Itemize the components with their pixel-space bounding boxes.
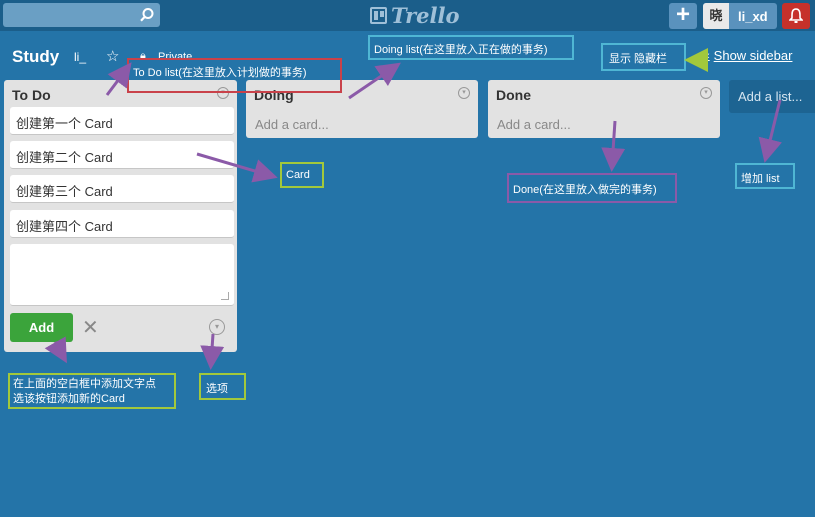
list-menu-icon[interactable]: ▾	[458, 87, 470, 99]
close-icon[interactable]: ✕	[82, 315, 99, 340]
trello-logo[interactable]: Trello	[370, 2, 460, 28]
add-card-link[interactable]: Add a card...	[497, 117, 571, 132]
annotation-add-hint: 在上面的空白框中添加文字点 选该按钮添加新的Card	[8, 373, 176, 409]
show-sidebar-link[interactable]: ‹ Show sidebar	[706, 48, 792, 63]
show-sidebar-label: Show sidebar	[713, 48, 793, 63]
annotation-sidebar: 显示 隐藏栏	[601, 43, 686, 71]
search-input[interactable]	[3, 3, 160, 27]
annotation-done: Done(在这里放入做完的事务)	[507, 173, 677, 203]
card-options-icon[interactable]: ▾	[209, 319, 225, 335]
user-name: li_xd	[738, 8, 768, 24]
annotation-card: Card	[280, 162, 324, 188]
card[interactable]: 创建第三个 Card	[10, 175, 234, 203]
annotation-add-list: 增加 list	[735, 163, 795, 189]
list-title[interactable]: Done	[496, 87, 531, 103]
member-menu-button[interactable]: 晓 li_xd	[703, 3, 777, 29]
board-org[interactable]: li_	[74, 50, 86, 64]
chevron-left-icon: ‹	[706, 49, 710, 62]
annotation-add-hint-line2: 选该按钮添加新的Card	[13, 393, 125, 405]
annotation-doing: Doing list(在这里放入正在做的事务)	[368, 35, 574, 60]
add-card-link[interactable]: Add a card...	[255, 117, 329, 132]
bell-icon	[788, 8, 804, 23]
notifications-button[interactable]	[782, 3, 810, 29]
top-bar: Trello + 晓 li_xd	[0, 0, 815, 31]
card[interactable]: 创建第二个 Card	[10, 141, 234, 169]
avatar: 晓	[703, 3, 729, 29]
logo-text: Trello	[391, 2, 460, 28]
list-done: Done ▾ Add a card...	[488, 80, 720, 138]
search-icon	[140, 8, 154, 22]
annotation-add-hint-line1: 在上面的空白框中添加文字点	[13, 378, 156, 390]
card-composer-textarea[interactable]	[10, 244, 234, 306]
add-list-button[interactable]: Add a list...	[729, 80, 815, 113]
card[interactable]: 创建第一个 Card	[10, 107, 234, 135]
resize-handle[interactable]	[221, 292, 229, 300]
star-icon[interactable]: ☆	[106, 47, 119, 65]
add-button[interactable]: +	[669, 3, 697, 29]
list-title[interactable]: To Do	[12, 87, 51, 103]
annotation-todo: To Do list(在这里放入计划做的事务)	[127, 58, 342, 93]
board-title[interactable]: Study	[12, 47, 59, 67]
list-menu-icon[interactable]: ▾	[700, 87, 712, 99]
card[interactable]: 创建第四个 Card	[10, 210, 234, 238]
annotation-options: 选项	[199, 373, 246, 400]
add-card-button[interactable]: Add	[10, 313, 73, 342]
list-todo: To Do ▾ 创建第一个 Card 创建第二个 Card 创建第三个 Card…	[4, 80, 237, 352]
trello-board-icon	[370, 6, 387, 24]
